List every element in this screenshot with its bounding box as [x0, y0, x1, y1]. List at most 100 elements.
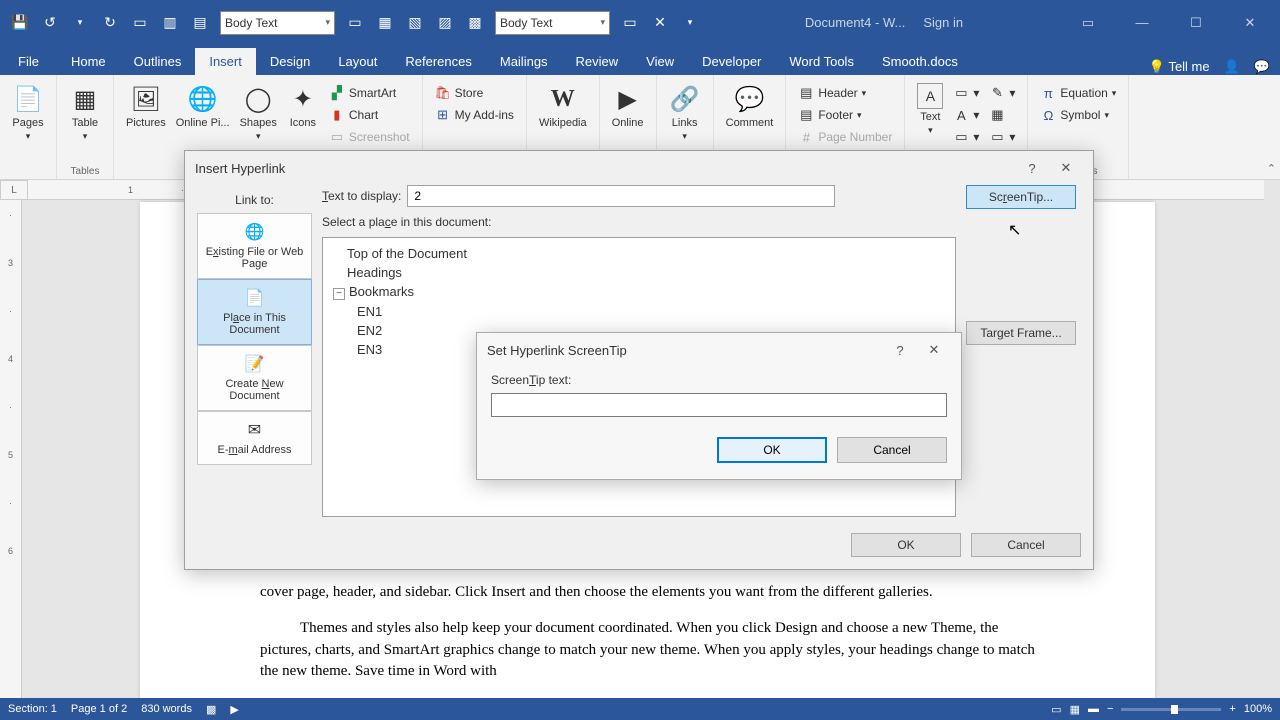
linkto-create-new[interactable]: 📝 Create New Document	[197, 345, 312, 411]
minimize-icon[interactable]: —	[1120, 9, 1164, 37]
ruler-corner[interactable]: L	[0, 180, 28, 200]
table-button[interactable]: ▦Table▾	[65, 79, 105, 146]
header-button[interactable]: ▤Header ▾	[794, 83, 896, 103]
tab-wordtools[interactable]: Word Tools	[775, 48, 868, 75]
tree-bookmarks[interactable]: −Bookmarks	[333, 282, 945, 302]
symbol-button[interactable]: ΩSymbol ▾	[1036, 105, 1120, 125]
chart-button[interactable]: ▮Chart	[325, 105, 414, 125]
linkto-place-in-document[interactable]: 📄 Place in This Document	[197, 279, 312, 345]
pages-button[interactable]: 📄Pages▾	[8, 79, 48, 146]
screentip-button[interactable]: ScreenTip...	[966, 185, 1076, 209]
text-button[interactable]: AText▾	[913, 79, 947, 140]
close-window-icon[interactable]: ✕	[1228, 9, 1272, 37]
text-opt6[interactable]: ▭▾	[985, 127, 1019, 147]
screentip-cancel-button[interactable]: Cancel	[837, 437, 947, 463]
qat-btn9-icon[interactable]: ▭	[616, 9, 644, 37]
pagenum-button[interactable]: #Page Number	[794, 127, 896, 147]
status-page[interactable]: Page 1 of 2	[71, 703, 127, 715]
pictures-button[interactable]: 🖼Pictures	[122, 79, 170, 133]
tab-design[interactable]: Design	[256, 48, 324, 75]
style-selector-2[interactable]: Body Text ▾	[495, 11, 610, 35]
qat-btn6-icon[interactable]: ▧	[401, 9, 429, 37]
tellme[interactable]: 💡 Tell me	[1149, 59, 1210, 75]
store-button[interactable]: 🛍Store	[431, 83, 518, 103]
screentip-dialog-titlebar[interactable]: Set Hyperlink ScreenTip ? ✕	[477, 333, 961, 367]
hyperlink-dialog-titlebar[interactable]: Insert Hyperlink ? ✕	[185, 151, 1093, 185]
redo-icon[interactable]: ↻	[96, 9, 124, 37]
view-web-icon[interactable]: ▬	[1088, 703, 1099, 715]
tab-mailings[interactable]: Mailings	[486, 48, 562, 75]
tree-bookmark-en1[interactable]: EN1	[333, 302, 945, 321]
qat-btn4-icon[interactable]: ▭	[341, 9, 369, 37]
macro-icon[interactable]: ▶	[230, 703, 238, 716]
text-opt4[interactable]: ✎▾	[985, 83, 1019, 103]
tab-file[interactable]: File	[0, 48, 57, 75]
maximize-icon[interactable]: ☐	[1174, 9, 1218, 37]
tab-developer[interactable]: Developer	[688, 48, 775, 75]
zoom-slider[interactable]	[1121, 708, 1221, 711]
tree-headings[interactable]: Headings	[333, 263, 945, 282]
smartart-button[interactable]: ▞SmartArt	[325, 83, 414, 103]
qat-btn3-icon[interactable]: ▤	[186, 9, 214, 37]
tab-insert[interactable]: Insert	[195, 48, 256, 75]
text-opt2[interactable]: A▾	[949, 105, 983, 125]
icons-button[interactable]: ✦Icons	[283, 79, 323, 133]
target-frame-button[interactable]: Target Frame...	[966, 321, 1076, 345]
qat-more-icon[interactable]: ▾	[676, 9, 704, 37]
tab-outlines[interactable]: Outlines	[120, 48, 196, 75]
screenshot-button[interactable]: ▭Screenshot	[325, 127, 414, 147]
screentip-text-input[interactable]	[491, 393, 947, 417]
text-opt3[interactable]: ▭▾	[949, 127, 983, 147]
qat-open-icon[interactable]: ▭	[126, 9, 154, 37]
comments-icon[interactable]: 💬	[1254, 59, 1270, 75]
online-pictures-button[interactable]: 🌐Online Pi...	[172, 79, 234, 133]
tab-view[interactable]: View	[632, 48, 688, 75]
signin-link[interactable]: Sign in	[923, 15, 963, 30]
status-words[interactable]: 830 words	[141, 703, 192, 715]
shapes-button[interactable]: ◯Shapes▾	[236, 79, 281, 146]
tab-references[interactable]: References	[391, 48, 485, 75]
qat-btn2-icon[interactable]: ▥	[156, 9, 184, 37]
hyperlink-cancel-button[interactable]: Cancel	[971, 533, 1081, 557]
tree-top-of-doc[interactable]: Top of the Document	[333, 244, 945, 263]
myaddins-button[interactable]: ⊞My Add-ins	[431, 105, 518, 125]
wikipedia-button[interactable]: WWikipedia	[535, 79, 591, 133]
close-icon[interactable]: ✕	[1049, 153, 1083, 183]
collapse-icon[interactable]: −	[333, 288, 345, 300]
account-icon[interactable]: 👤	[1224, 59, 1240, 75]
help-icon[interactable]: ?	[883, 335, 917, 365]
tab-review[interactable]: Review	[562, 48, 633, 75]
qat-btn5-icon[interactable]: ▦	[371, 9, 399, 37]
text-opt1[interactable]: ▭▾	[949, 83, 983, 103]
save-icon[interactable]: 💾	[6, 9, 34, 37]
view-print-icon[interactable]: ▦	[1070, 703, 1080, 716]
collapse-ribbon-icon[interactable]: ⌃	[1267, 162, 1276, 175]
tab-layout[interactable]: Layout	[324, 48, 391, 75]
equation-button[interactable]: πEquation ▾	[1036, 83, 1120, 103]
view-read-icon[interactable]: ▭	[1051, 703, 1061, 716]
undo-dropdown-icon[interactable]: ▾	[66, 9, 94, 37]
zoom-out-icon[interactable]: −	[1107, 703, 1113, 715]
style-selector-1[interactable]: Body Text ▾	[220, 11, 335, 35]
vertical-ruler[interactable]: ·3·4·5·6	[0, 200, 22, 698]
qat-btn10-icon[interactable]: ✕	[646, 9, 674, 37]
ribbon-options-icon[interactable]: ▭	[1066, 9, 1110, 37]
linkto-email[interactable]: ✉ E-mail Address	[197, 411, 312, 465]
help-icon[interactable]: ?	[1015, 153, 1049, 183]
qat-btn7-icon[interactable]: ▨	[431, 9, 459, 37]
hyperlink-ok-button[interactable]: OK	[851, 533, 961, 557]
footer-button[interactable]: ▤Footer ▾	[794, 105, 896, 125]
text-opt5[interactable]: ▦	[985, 105, 1019, 125]
tab-home[interactable]: Home	[57, 48, 120, 75]
spellcheck-icon[interactable]: ▩	[206, 703, 216, 716]
linkto-existing-file[interactable]: 🌐 Existing File or Web Page	[197, 213, 312, 279]
text-to-display-input[interactable]	[407, 185, 835, 207]
status-section[interactable]: Section: 1	[8, 703, 57, 715]
screentip-ok-button[interactable]: OK	[717, 437, 827, 463]
zoom-in-icon[interactable]: +	[1229, 703, 1235, 715]
links-button[interactable]: 🔗Links▾	[665, 79, 705, 146]
close-icon[interactable]: ✕	[917, 335, 951, 365]
qat-btn8-icon[interactable]: ▩	[461, 9, 489, 37]
zoom-level[interactable]: 100%	[1244, 703, 1272, 715]
tab-smooth[interactable]: Smooth.docs	[868, 48, 972, 75]
